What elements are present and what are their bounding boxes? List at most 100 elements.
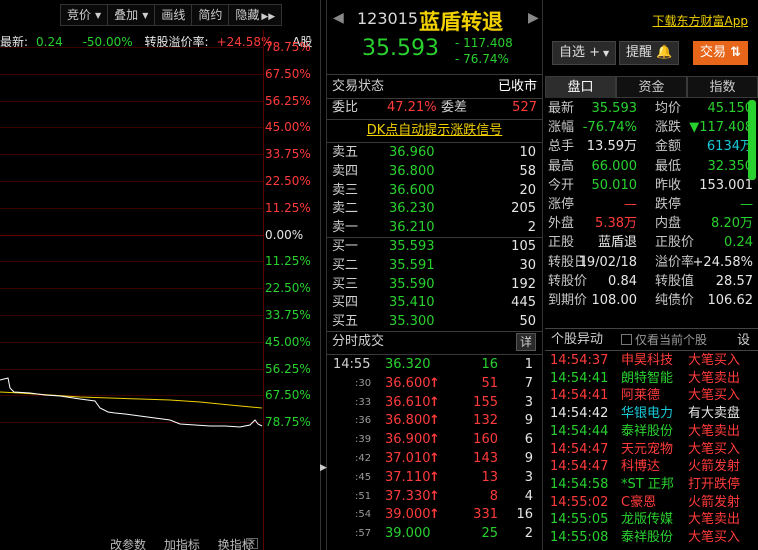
tick-count: 7 [524,375,533,391]
alert-stock-name: *ST 正邦 [621,476,674,492]
order-price: 35.591 [389,257,435,273]
stock-alert-row[interactable]: 14:54:41 朗特智能 大笔卖出 [545,370,758,388]
tick-count: 4 [524,488,533,504]
tick-row: :42 37.010 ↑ 143 9 [327,450,541,469]
alert-type: 火箭发射 [688,494,741,510]
tick-count: 9 [524,413,533,429]
order-volume: 30 [519,257,536,273]
divider [542,0,543,550]
alert-button[interactable]: 提醒 🔔 [619,41,680,65]
stock-alert-row[interactable]: 14:55:05 龙版传媒 大笔卖出 [545,511,758,529]
price-change-pct: - 76.74% [455,52,509,66]
download-app-link[interactable]: 下载东方财富App [653,12,748,29]
tick-volume: 25 [481,526,498,542]
tick-price: 36.600 [385,375,431,391]
quote-label: 到期价 [548,293,588,308]
percent-axis-label: 0.00% [265,227,304,242]
scrollbar[interactable] [748,100,756,180]
stock-alert-row[interactable]: 14:54:44 泰祥股份 大笔卖出 [545,423,758,441]
up-arrow-icon: ↑ [429,488,440,504]
alert-stock-name: 朗特智能 [621,370,674,386]
tick-time: :54 [355,509,372,521]
quote-row: 今开 50.010 昨收 153.001 [545,177,753,195]
quote-label: 转股价 [548,273,588,289]
close-icon[interactable]: × [246,538,258,549]
quote-label: 涨跌 [655,120,682,136]
tick-time: :33 [355,396,372,408]
stock-alert-row[interactable]: 14:54:47 天元宠物 大笔买入 [545,441,758,459]
settings-button[interactable]: 设 [737,331,750,351]
buy-order-row[interactable]: 买一 35.593 105 [327,237,541,256]
bell-icon: 🔔 [656,45,673,60]
tick-time: :39 [355,434,372,446]
stock-name: 蓝盾转退 [419,10,503,34]
sell-order-row[interactable]: 卖四 36.800 58 [327,162,541,181]
order-level-label: 卖二 [332,201,359,217]
up-arrow-icon: ↑ [429,413,440,429]
tab-pankou[interactable]: 盘口 [545,76,616,98]
alert-time: 14:55:08 [550,530,609,545]
stock-code: 123015 [357,9,419,28]
prev-stock-icon[interactable]: ◀ [333,10,344,26]
double-arrow-right-icon: ▶▶ [261,12,276,22]
percent-axis-label: 56.25% [265,93,311,108]
quote-label: 金额 [655,139,682,155]
alert-stock-name: 泰祥股份 [621,530,674,545]
quote-row: 转股价 0.84 转股值 28.57 [545,273,753,291]
quote-row: 最新 35.593 均价 45.150 [545,100,753,118]
trade-button[interactable]: 交易 ⇅ [693,41,749,65]
price-lines [0,377,263,428]
buy-order-row[interactable]: 买五 35.300 50 [327,312,541,331]
stock-alert-row[interactable]: 14:54:41 阿莱德 大笔买入 [545,387,758,405]
tick-volume: 13 [481,469,498,485]
order-level-label: 买四 [332,295,359,311]
order-volume: 2 [527,220,536,236]
stock-alert-row[interactable]: 14:55:08 泰祥股份 大笔买入 [545,529,758,547]
quote-row: 转股日 19/02/18 溢价率 +24.58% [545,254,753,272]
dk-signal-link[interactable]: DK点自动提示涨跌信号 [327,120,542,142]
quote-label: 均价 [655,101,682,116]
buy-order-row[interactable]: 买三 35.590 192 [327,275,541,294]
stock-alert-row[interactable]: 14:55:02 C豪恩 火箭发射 [545,494,758,512]
next-stock-icon[interactable]: ▶ [528,10,539,26]
stock-alert-row[interactable]: 14:54:58 *ST 正邦 打开跌停 [545,476,758,494]
alert-type: 大笔卖出 [688,512,741,528]
order-volume: 58 [519,163,536,179]
change-params-link[interactable]: 改参数 [110,538,146,550]
add-watchlist-button[interactable]: 自选 + ▼ [552,41,617,65]
quote-value: — [740,197,753,212]
weibi-row: 委比 47.21% 委差 527 [332,100,537,115]
buy-order-row[interactable]: 买二 35.591 30 [327,256,541,275]
tab-funds[interactable]: 资金 [616,76,687,98]
up-arrow-icon: ↑ [429,432,440,448]
up-arrow-icon: ↑ [429,451,440,466]
sell-order-row[interactable]: 卖五 36.960 10 [327,143,541,162]
stock-alert-row[interactable]: 14:54:42 华银电力 有大卖盘 [545,405,758,423]
alert-time: 14:54:41 [550,370,609,386]
sell-order-row[interactable]: 卖三 36.600 20 [327,181,541,200]
quote-label: 正股 [548,235,575,251]
dropdown-icon: ▼ [603,49,610,58]
sell-order-row[interactable]: 卖二 36.230 205 [327,199,541,218]
add-indicator-link[interactable]: 加指标 [164,538,200,550]
tick-count: 2 [524,526,533,542]
tick-price: 37.330 [385,488,431,504]
collapse-handle-icon[interactable]: ▶ [320,460,327,476]
quote-value: 5.38万 [595,216,637,232]
tick-price: 36.320 [385,357,431,372]
stock-alert-row[interactable]: 14:54:37 申昊科技 大笔买入 [545,352,758,370]
tab-index[interactable]: 指数 [687,76,758,98]
stock-alert-row[interactable]: 14:54:47 科博达 火箭发射 [545,458,758,476]
last-price: 35.593 [362,36,439,61]
buy-order-row[interactable]: 买四 35.410 445 [327,293,541,312]
quote-label: 溢价率 [655,254,695,270]
current-stock-only-checkbox[interactable]: 仅看当前个股 [621,330,707,350]
sell-order-row[interactable]: 卖一 36.210 2 [327,218,541,237]
tick-row: :57 39.000 25 2 [327,525,541,544]
detail-button[interactable]: 详 [515,333,536,351]
intraday-chart-panel[interactable]: 竞价 ▼ 叠加 ▼ 画线 简约 隐藏 ▶▶ 最新: 0.24 -50.00% 转股溢价率… [0,0,320,550]
tick-row: :45 37.110 ↑ 13 3 [327,469,541,488]
tick-price: 39.000 [385,507,431,523]
order-price: 36.960 [389,145,435,160]
alert-time: 14:55:02 [550,494,609,510]
